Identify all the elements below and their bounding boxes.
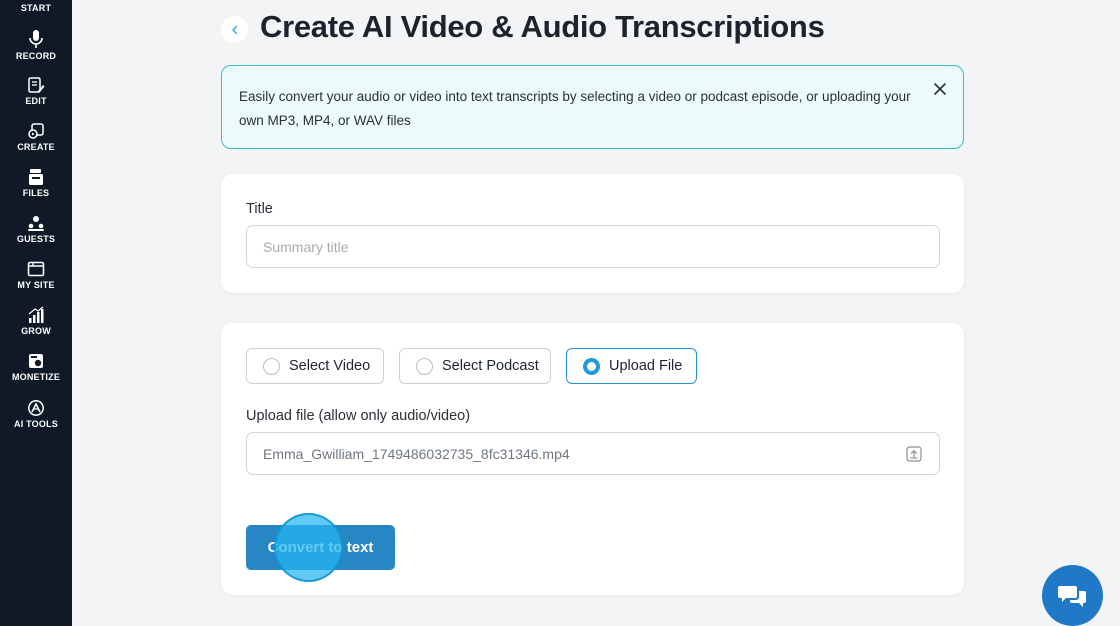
option-label: Select Video (289, 358, 371, 374)
sidebar-item-label: FILES (22, 188, 50, 198)
sidebar-item-create[interactable]: CREATE (0, 122, 72, 152)
sidebar-item-label: CREATE (17, 142, 55, 152)
info-banner: Easily convert your audio or video into … (221, 65, 964, 149)
sidebar-item-guests[interactable]: GUESTS (0, 214, 72, 244)
sidebar-item-label: GROW (21, 326, 51, 336)
sidebar-item-files[interactable]: FILES (0, 168, 72, 198)
sidebar-item-start[interactable]: START (0, 3, 72, 13)
option-label: Upload File (609, 358, 683, 374)
title-card: Title (221, 174, 964, 293)
option-label: Select Podcast (442, 358, 539, 374)
upload-icon[interactable] (905, 445, 923, 463)
source-card: Select Video Select Podcast Upload File … (221, 323, 964, 595)
file-input[interactable]: Emma_Gwilliam_1749486032735_8fc31346.mp4 (246, 432, 940, 475)
sidebar-item-label: AI TOOLS (14, 419, 58, 429)
sidebar-item-label: RECORD (15, 51, 57, 61)
sidebar-item-label: MY SITE (17, 280, 55, 290)
site-icon (27, 261, 45, 277)
back-button[interactable] (221, 16, 248, 43)
radio-button[interactable] (263, 357, 280, 375)
select-video-option[interactable]: Select Video (246, 348, 384, 384)
title-input[interactable] (246, 225, 940, 268)
file-name: Emma_Gwilliam_1749486032735_8fc31346.mp4 (263, 445, 570, 462)
sidebar-item-record[interactable]: RECORD (0, 29, 72, 61)
upload-file-option[interactable]: Upload File (566, 348, 697, 384)
title-label: Title (246, 201, 273, 217)
page-title: Create AI Video & Audio Transcriptions (260, 9, 825, 44)
convert-to-text-button[interactable]: Convert to text (246, 525, 395, 570)
sidebar-item-edit[interactable]: EDIT (0, 76, 72, 106)
sidebar-item-label: START (20, 3, 52, 13)
sidebar-item-ai-tools[interactable]: AI TOOLS (0, 399, 72, 429)
chat-icon (1057, 585, 1086, 607)
sidebar: START RECORD EDIT CREATE FILES GUESTS MY… (0, 0, 72, 626)
radio-button[interactable] (416, 357, 433, 375)
files-icon (29, 169, 43, 185)
sidebar-item-my-site[interactable]: MY SITE (0, 260, 72, 290)
upload-file-label: Upload file (allow only audio/video) (246, 408, 471, 424)
ai-tools-icon (28, 400, 44, 416)
edit-icon (28, 77, 45, 93)
monetize-icon (29, 354, 43, 368)
sidebar-item-label: MONETIZE (11, 372, 61, 382)
chat-widget-button[interactable] (1042, 565, 1103, 626)
select-podcast-option[interactable]: Select Podcast (399, 348, 551, 384)
sidebar-item-monetize[interactable]: MONETIZE (0, 352, 72, 382)
create-icon (28, 123, 44, 139)
microphone-icon (29, 30, 43, 48)
close-icon[interactable] (931, 80, 949, 98)
banner-text: Easily convert your audio or video into … (239, 89, 911, 128)
radio-button-selected[interactable] (583, 357, 600, 375)
chevron-left-icon (231, 25, 237, 34)
sidebar-item-grow[interactable]: GROW (0, 306, 72, 336)
sidebar-item-label: EDIT (25, 96, 47, 106)
grow-icon (28, 306, 44, 323)
sidebar-item-label: GUESTS (16, 234, 56, 244)
guests-icon (28, 216, 44, 231)
